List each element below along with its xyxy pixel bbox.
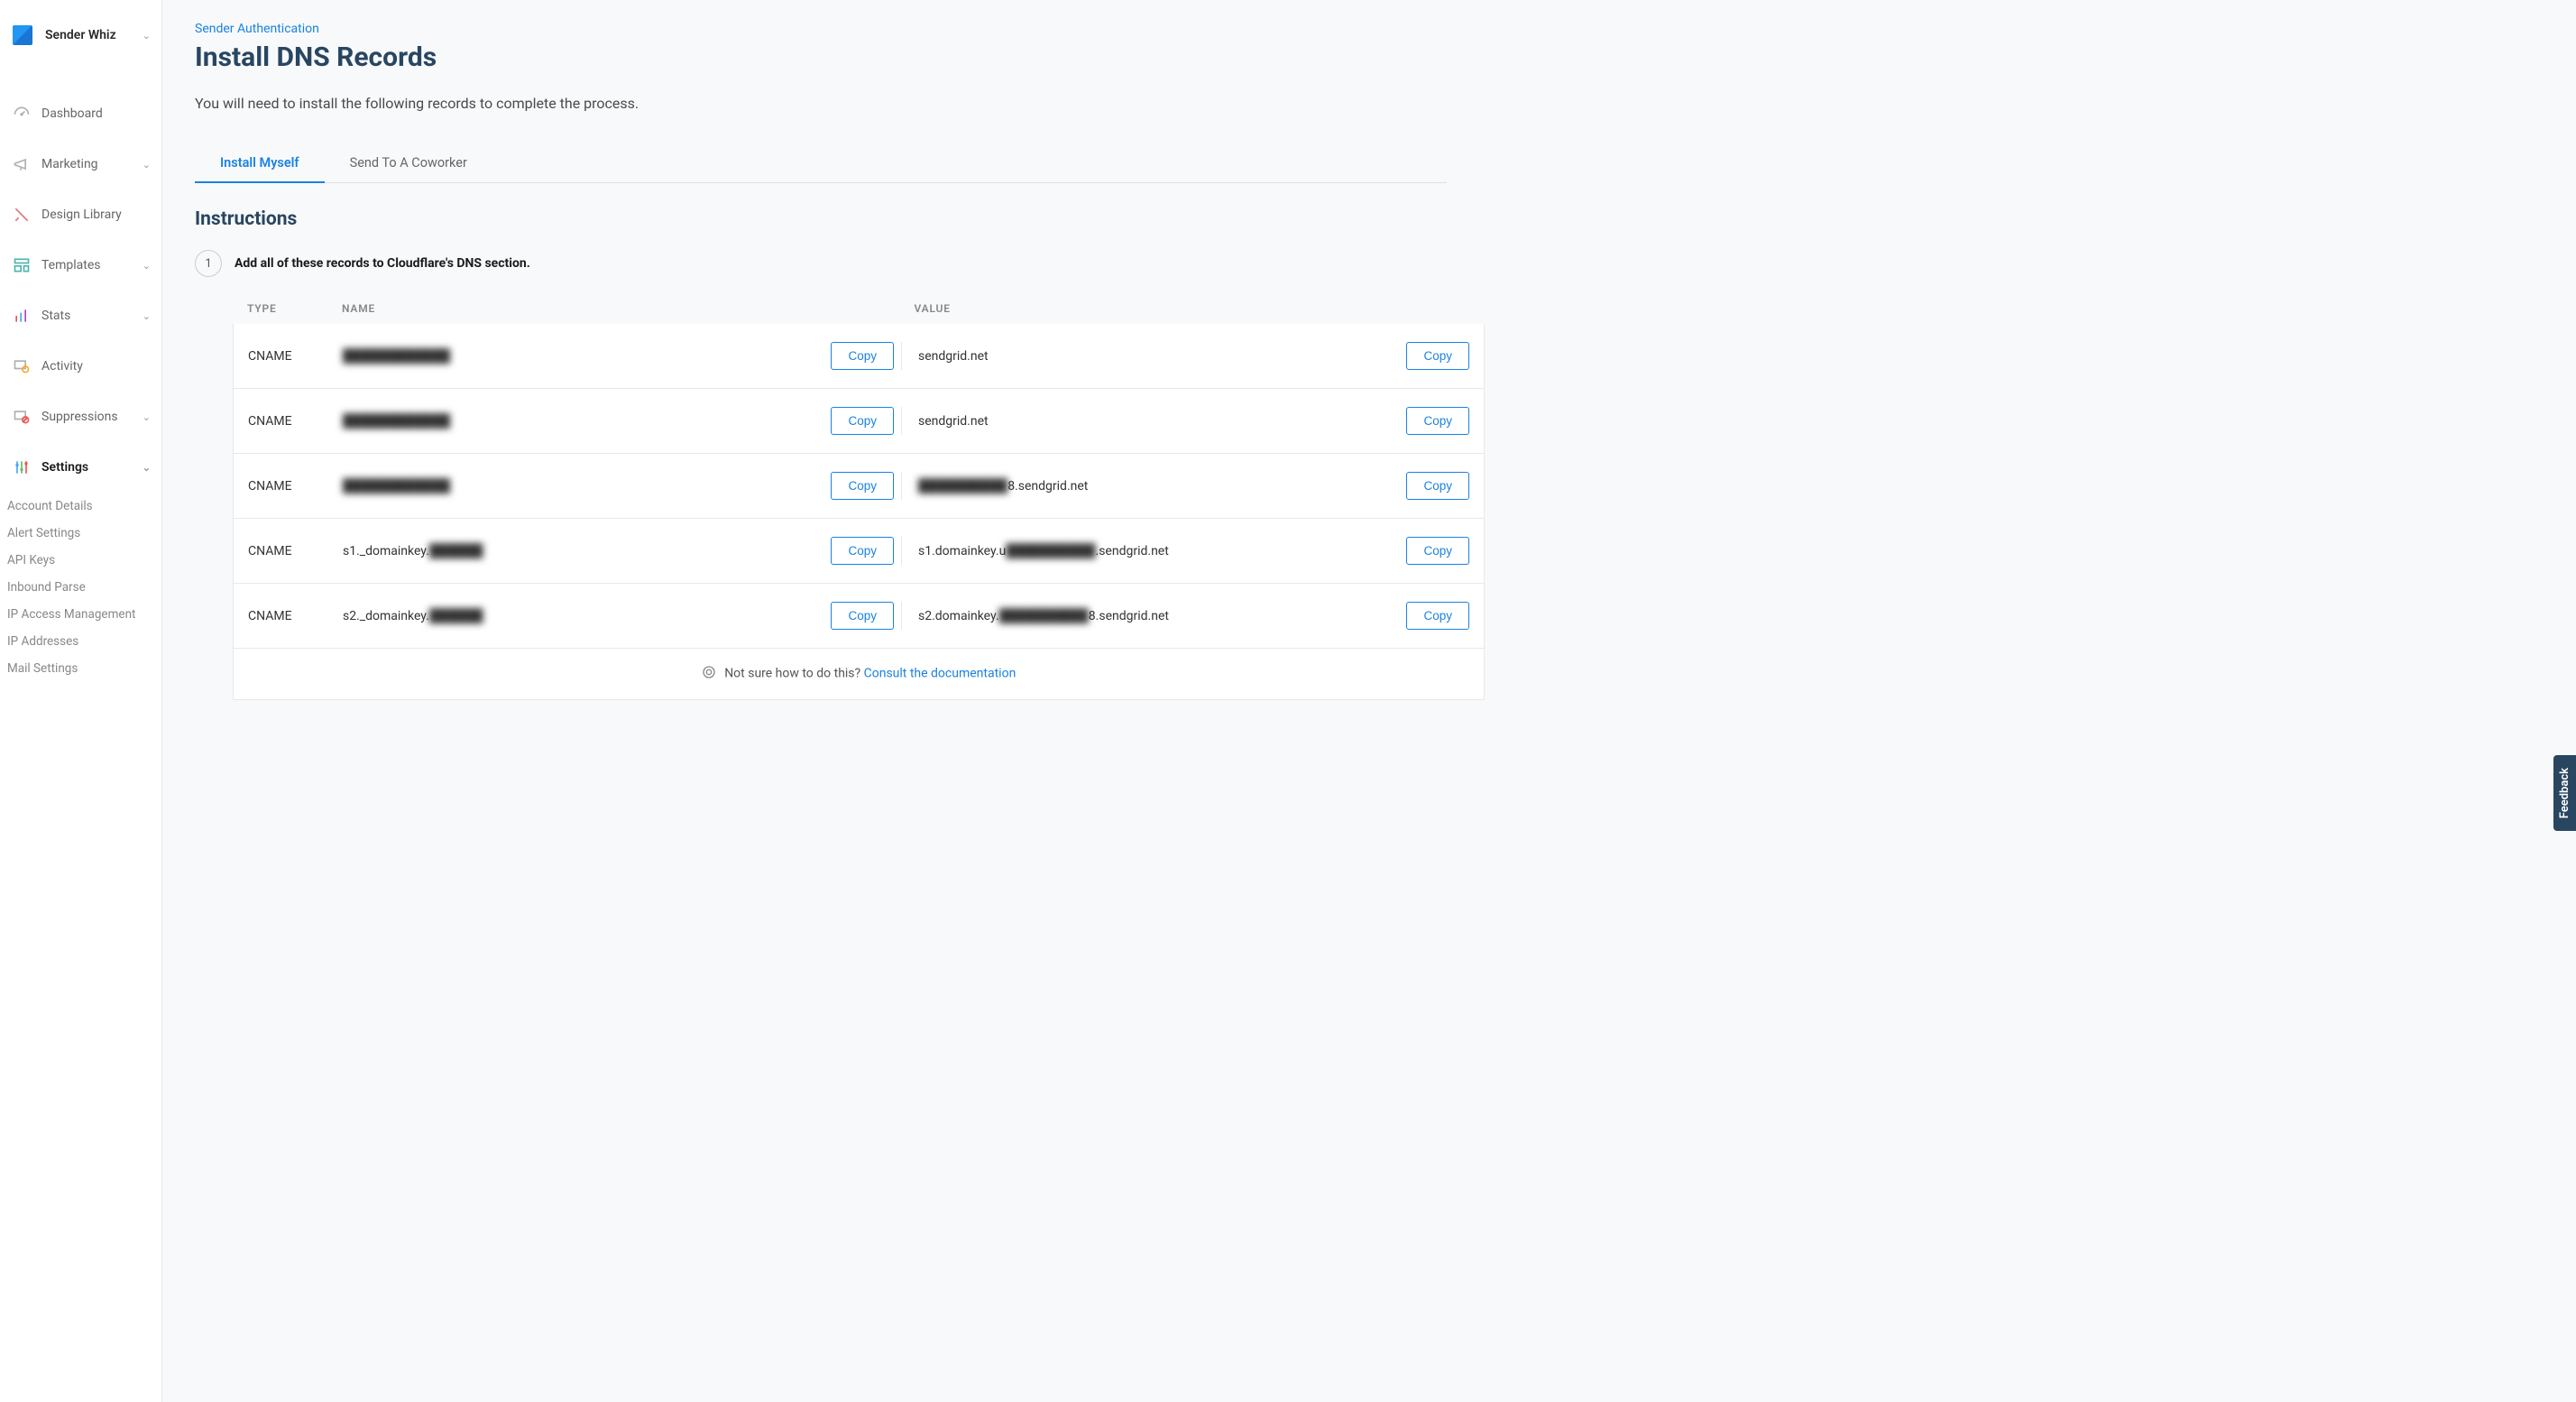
megaphone-icon <box>13 155 31 173</box>
copy-button[interactable]: Copy <box>831 407 894 435</box>
step-text: Add all of these records to Cloudflare's… <box>235 256 530 271</box>
dns-table-header: TYPE NAME VALUE <box>233 293 1485 324</box>
feedback-tab[interactable]: Feedback <box>2553 755 2576 831</box>
cell-type: CNAME <box>248 349 343 364</box>
chevron-down-icon: ⌄ <box>143 159 151 171</box>
col-header-value: VALUE <box>898 302 1471 315</box>
tab-send-to-coworker[interactable]: Send To A Coworker <box>325 144 492 183</box>
main-content: Sender Authentication Install DNS Record… <box>162 0 1479 1402</box>
cell-type: CNAME <box>248 414 343 429</box>
chevron-down-icon: ⌄ <box>143 462 151 474</box>
tabs: Install Myself Send To A Coworker <box>195 144 1447 183</box>
org-selector[interactable]: Sender Whiz ⌄ <box>0 16 161 63</box>
sidebar-item-templates[interactable]: Templates ⌄ <box>0 240 161 291</box>
help-row: Not sure how to do this? Consult the doc… <box>233 649 1485 700</box>
help-text: Not sure how to do this? <box>724 667 863 681</box>
step-row: 1 Add all of these records to Cloudflare… <box>195 250 1447 277</box>
sidebar-item-suppressions[interactable]: Suppressions ⌄ <box>0 392 161 442</box>
gauge-icon <box>13 105 31 123</box>
sidebar-item-design-library[interactable]: Design Library <box>0 189 161 240</box>
settings-icon <box>13 458 31 476</box>
step-number: 1 <box>195 250 222 277</box>
subnav-api-keys[interactable]: API Keys <box>7 547 161 574</box>
org-logo-icon <box>13 25 32 45</box>
cell-name: ████████████ <box>343 478 450 493</box>
copy-button[interactable]: Copy <box>1406 602 1469 630</box>
subnav-ip-access-management[interactable]: IP Access Management <box>7 601 161 628</box>
copy-button[interactable]: Copy <box>831 602 894 630</box>
sidebar-item-settings[interactable]: Settings ⌄ <box>0 442 161 493</box>
dns-row: CNAME ████████████ Copy sendgrid.net Cop… <box>233 389 1485 454</box>
cell-type: CNAME <box>248 544 343 558</box>
tab-install-myself[interactable]: Install Myself <box>195 144 325 183</box>
settings-subnav: Account Details Alert Settings API Keys … <box>0 493 161 689</box>
templates-icon <box>13 256 31 274</box>
cell-name: s1._domainkey.██████ <box>343 543 483 558</box>
copy-button[interactable]: Copy <box>831 537 894 565</box>
copy-button[interactable]: Copy <box>1406 342 1469 370</box>
page-title: Install DNS Records <box>195 42 1447 73</box>
subnav-alert-settings[interactable]: Alert Settings <box>7 520 161 547</box>
chevron-down-icon: ⌄ <box>143 411 151 423</box>
org-name: Sender Whiz <box>45 28 143 42</box>
cell-type: CNAME <box>248 479 343 493</box>
cell-value: s2.domainkey.██████████8.sendgrid.net <box>918 608 1169 623</box>
breadcrumb-link[interactable]: Sender Authentication <box>195 22 1447 36</box>
help-link[interactable]: Consult the documentation <box>864 667 1017 681</box>
sidebar-item-activity[interactable]: Activity <box>0 341 161 392</box>
cell-name: s2._domainkey.██████ <box>343 608 483 623</box>
stats-icon <box>13 307 31 325</box>
dns-row: CNAME ████████████ Copy ██████████8.send… <box>233 454 1485 519</box>
subnav-ip-addresses[interactable]: IP Addresses <box>7 628 161 655</box>
dns-table: TYPE NAME VALUE CNAME ████████████ Copy … <box>233 293 1485 700</box>
cell-value: s1.domainkey.u██████████.sendgrid.net <box>918 543 1169 558</box>
cell-value: ██████████8.sendgrid.net <box>918 478 1088 493</box>
cell-name: ████████████ <box>343 413 450 429</box>
cell-value: sendgrid.net <box>918 349 989 364</box>
copy-button[interactable]: Copy <box>1406 537 1469 565</box>
chevron-down-icon: ⌄ <box>143 30 151 42</box>
subnav-account-details[interactable]: Account Details <box>7 493 161 520</box>
help-icon <box>702 665 716 683</box>
instructions-heading: Instructions <box>195 208 1447 230</box>
dns-row: CNAME s1._domainkey.██████ Copy s1.domai… <box>233 519 1485 584</box>
sidebar-item-stats[interactable]: Stats ⌄ <box>0 291 161 341</box>
copy-button[interactable]: Copy <box>1406 407 1469 435</box>
cell-value: sendgrid.net <box>918 414 989 429</box>
col-header-type: TYPE <box>247 302 342 315</box>
sidebar-item-dashboard[interactable]: Dashboard <box>0 88 161 139</box>
suppressions-icon <box>13 408 31 426</box>
copy-button[interactable]: Copy <box>1406 472 1469 500</box>
col-header-name: NAME <box>342 302 898 315</box>
subnav-inbound-parse[interactable]: Inbound Parse <box>7 574 161 601</box>
cell-name: ████████████ <box>343 348 450 364</box>
chevron-down-icon: ⌄ <box>143 260 151 272</box>
sidebar: Sender Whiz ⌄ Dashboard Marketing ⌄ <box>0 0 162 1402</box>
chevron-down-icon: ⌄ <box>143 310 151 322</box>
copy-button[interactable]: Copy <box>831 472 894 500</box>
subnav-mail-settings[interactable]: Mail Settings <box>7 655 161 682</box>
design-icon <box>13 206 31 224</box>
sidebar-nav: Dashboard Marketing ⌄ Design Library Te <box>0 88 161 493</box>
sidebar-item-marketing[interactable]: Marketing ⌄ <box>0 139 161 189</box>
cell-type: CNAME <box>248 609 343 623</box>
page-intro: You will need to install the following r… <box>195 95 1447 112</box>
copy-button[interactable]: Copy <box>831 342 894 370</box>
dns-row: CNAME ████████████ Copy sendgrid.net Cop… <box>233 324 1485 389</box>
dns-row: CNAME s2._domainkey.██████ Copy s2.domai… <box>233 584 1485 649</box>
activity-icon <box>13 357 31 375</box>
